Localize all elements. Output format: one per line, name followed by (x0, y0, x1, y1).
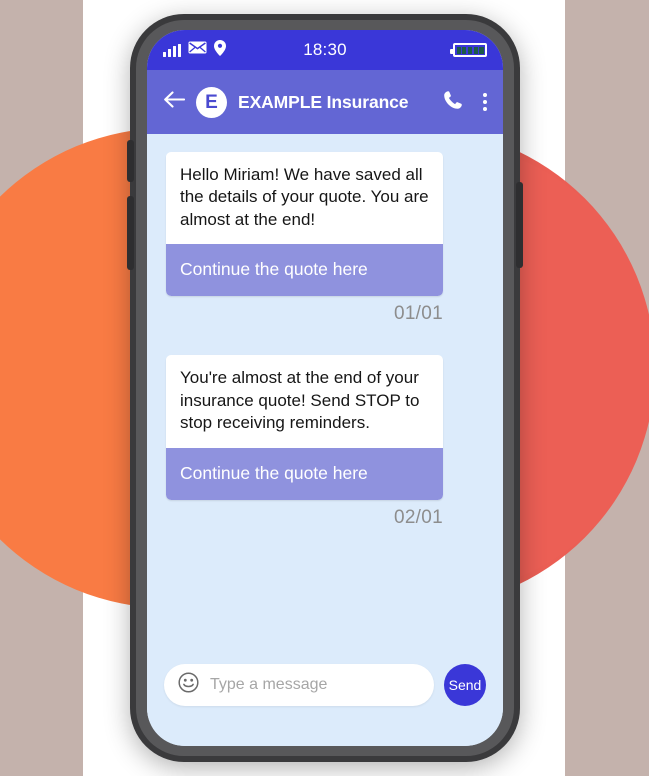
phone-mockup: 18:30 E EXAMPLE Insurance Hello Miriam! … (127, 14, 523, 762)
send-button[interactable]: Send (444, 664, 486, 706)
status-bar-right-icons (450, 43, 487, 57)
volume-up-button[interactable] (127, 140, 134, 182)
phone-icon[interactable] (443, 90, 463, 115)
phone-screen: 18:30 E EXAMPLE Insurance Hello Miriam! … (147, 30, 503, 746)
illustration-stage: 18:30 E EXAMPLE Insurance Hello Miriam! … (0, 0, 649, 776)
message-timestamp: 01/01 (393, 303, 443, 325)
message-group: Hello Miriam! We have saved all the deta… (166, 152, 484, 325)
battery-full-icon (450, 43, 487, 57)
back-arrow-icon[interactable] (163, 91, 186, 113)
avatar: E (196, 86, 227, 118)
volume-down-button[interactable] (127, 196, 134, 270)
continue-quote-button[interactable]: Continue the quote here (166, 447, 443, 500)
header-actions (443, 90, 487, 115)
page-title: EXAMPLE Insurance (238, 91, 409, 112)
message-bubble: Hello Miriam! We have saved all the deta… (166, 152, 443, 297)
continue-quote-button[interactable]: Continue the quote here (166, 244, 443, 297)
conversation-header: E EXAMPLE Insurance (147, 70, 503, 134)
message-timestamp: 02/01 (393, 506, 443, 528)
power-button[interactable] (516, 182, 523, 268)
kebab-menu-icon[interactable] (483, 93, 487, 111)
smiley-face-icon[interactable] (178, 672, 199, 698)
message-group: You're almost at the end of your insuran… (166, 355, 484, 528)
status-bar: 18:30 (147, 30, 503, 70)
message-bubble: You're almost at the end of your insuran… (166, 355, 443, 500)
message-list: Hello Miriam! We have saved all the deta… (147, 134, 503, 652)
message-input-wrapper[interactable]: Type a message (164, 664, 434, 706)
message-body: Hello Miriam! We have saved all the deta… (166, 152, 443, 245)
message-body: You're almost at the end of your insuran… (166, 355, 443, 448)
message-input[interactable]: Type a message (210, 676, 327, 694)
message-composer: Type a message Send (147, 652, 503, 746)
